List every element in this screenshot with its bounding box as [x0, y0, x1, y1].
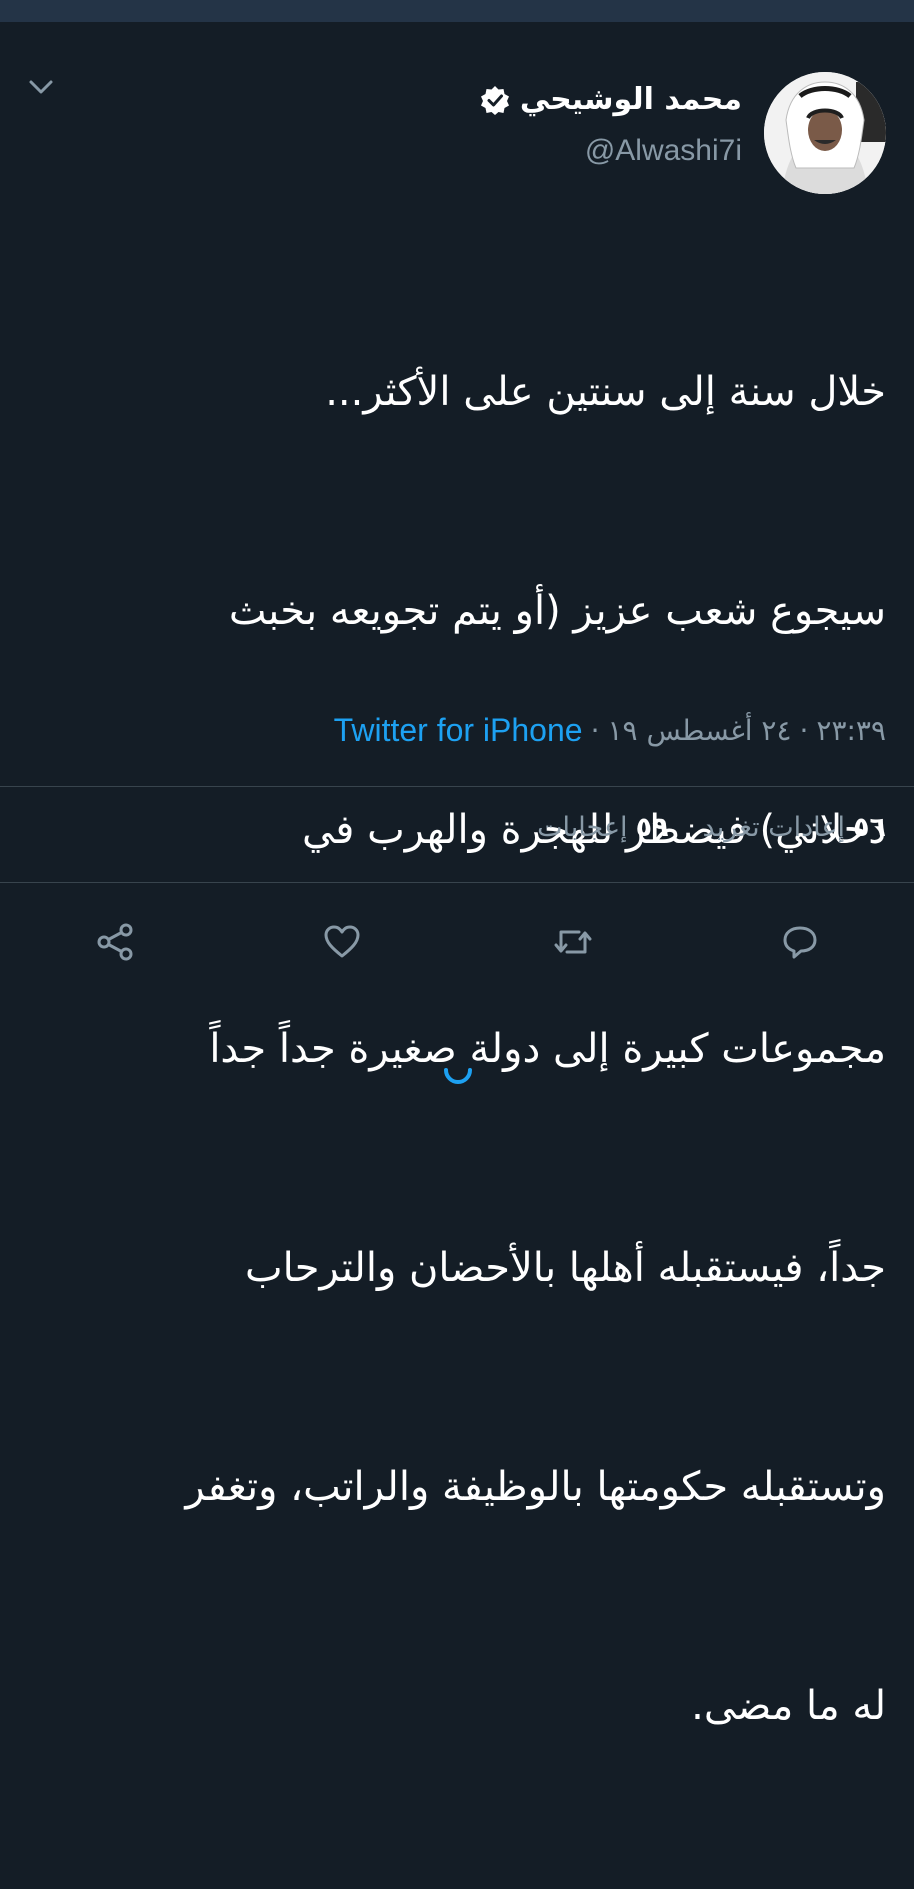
verified-badge-icon: [480, 85, 509, 115]
share-icon[interactable]: [94, 920, 138, 964]
meta-separator: ·: [799, 714, 809, 747]
divider: [0, 882, 914, 883]
spinner-icon: [444, 1068, 472, 1084]
avatar[interactable]: [764, 72, 886, 194]
retweets-count: ٥٦: [853, 812, 886, 843]
meta-separator: ·: [590, 714, 600, 747]
display-name[interactable]: محمد الوشيحي: [480, 82, 742, 117]
tweet-text-line: له ما مضى.: [691, 1683, 886, 1729]
tweet-text-line: خلال سنة إلى سنتين على الأكثر...: [325, 369, 886, 415]
likes-stat[interactable]: ٥٩إعجابات: [537, 812, 668, 843]
tweet-text-line: جداً، فيستقبله أهلها بالأحضان والترحاب: [244, 1245, 886, 1291]
tweet-stats: ٥٦إعادات تغريد ٥٩إعجابات: [537, 812, 886, 843]
heart-icon[interactable]: [320, 920, 364, 964]
user-handle[interactable]: @Alwashi7i: [585, 134, 742, 168]
tweet-source-link[interactable]: Twitter for iPhone: [334, 712, 583, 749]
tweet-actions: [0, 910, 914, 970]
tweet-text-line: سيجوع شعب عزيز (أو يتم تجويعه بخبث: [228, 588, 886, 634]
retweet-icon[interactable]: [551, 920, 595, 964]
tweet-date: ٢٤ أغسطس ١٩: [607, 714, 792, 747]
likes-count: ٥٩: [635, 812, 669, 843]
tweet-text-line: وتستقبله حكومتها بالوظيفة والراتب، وتغفر: [185, 1464, 886, 1510]
divider: [0, 786, 914, 787]
retweets-stat[interactable]: ٥٦إعادات تغريد: [703, 812, 886, 843]
retweets-label: إعادات تغريد: [702, 812, 846, 843]
tweet-text: خلال سنة إلى سنتين على الأكثر... سيجوع ش…: [26, 210, 886, 1889]
reply-icon[interactable]: [778, 920, 822, 964]
user-name[interactable]: محمد الوشيحي: [520, 82, 742, 117]
chevron-down-icon[interactable]: [26, 72, 56, 102]
tweet-meta: ٢٣:٣٩ · ٢٤ أغسطس ١٩ · Twitter for iPhone: [334, 712, 886, 749]
tweet-detail: محمد الوشيحي @Alwashi7i خلال سنة إلى سنت…: [0, 22, 914, 1729]
tweet-time: ٢٣:٣٩: [816, 714, 886, 747]
likes-label: إعجابات: [537, 812, 628, 843]
status-bar: [0, 0, 914, 22]
